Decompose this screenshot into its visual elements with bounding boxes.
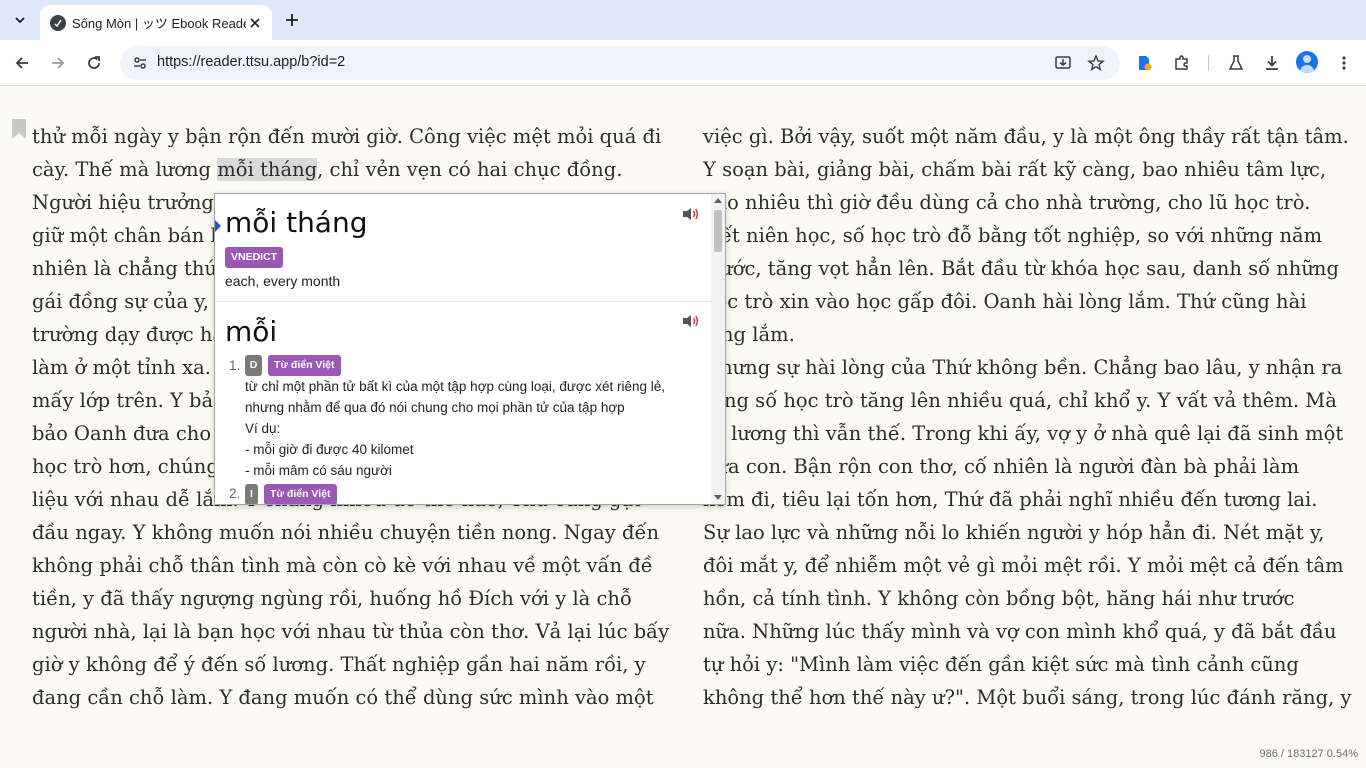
chevron-down-icon: [15, 17, 25, 24]
text-line: người nhà, lại là bạn học với nhau từ th…: [32, 620, 670, 643]
labs-flask-icon[interactable]: [1222, 49, 1250, 77]
example-line: - mỗi mâm có sáu người: [245, 463, 392, 478]
text-line: kém đi, tiêu lại tốn hơn, Thứ đã phải ng…: [703, 488, 1318, 511]
text-line: học trò xin vào học gấp đôi. Oanh hài lò…: [703, 290, 1307, 313]
entry-divider: [215, 301, 713, 302]
address-bar[interactable]: https://reader.ttsu.app/b?id=2: [120, 46, 1120, 80]
text-line: việc gì. Bởi vậy, suốt một năm đầu, y là…: [703, 125, 1349, 148]
bookmark-star-icon[interactable]: [1084, 51, 1108, 75]
site-info-icon[interactable]: [128, 51, 152, 75]
text-line: trước, tăng vọt hẳn lên. Bắt đầu từ khóa…: [703, 257, 1339, 280]
text-line: thử mỗi ngày y bận rộn đến mười giờ. Côn…: [32, 125, 662, 148]
speaker-icon[interactable]: [681, 206, 701, 222]
text-line: lòng lắm.: [703, 323, 795, 346]
text-line: nữa. Những lúc thấy mình và vợ con mình …: [703, 620, 1337, 643]
profile-avatar[interactable]: [1296, 51, 1318, 73]
definition-line: từ chỉ một phần tử bất kì của một tập hợ…: [245, 379, 666, 394]
text-line: tự hỏi y: "Mình làm việc đến gần kiệt sứ…: [703, 653, 1299, 676]
dictionary-tag[interactable]: Từ điển Việt: [268, 355, 341, 376]
arrow-right-icon: [52, 57, 65, 69]
definition-line: nhưng nhằm để qua đó nói chung cho mọi p…: [245, 400, 625, 415]
text-line: Nhưng sự hài lòng của Thứ không bền. Chẳ…: [703, 356, 1343, 379]
part-of-speech-tag[interactable]: I: [245, 484, 258, 504]
text-line: đôi mắt y, để nhiễm một vẻ gì mỏi mệt rồ…: [703, 554, 1344, 577]
text-line: cày. Thế mà lương mỗi tháng, chỉ vẻn vẹn…: [32, 153, 672, 186]
browser-toolbar: https://reader.ttsu.app/b?id=2: [0, 40, 1366, 86]
text-line: số lương thì vẫn thế. Trong khi ấy, vợ y…: [703, 422, 1344, 445]
part-of-speech-tag[interactable]: D: [245, 355, 262, 376]
scroll-up-arrow-icon[interactable]: [714, 198, 722, 203]
entry-gloss: each, every month: [225, 273, 341, 289]
example-line: - mỗi giờ đi được 40 kilomet: [245, 442, 414, 457]
dictionary-popup[interactable]: mỗi tháng VNEDICT each, every month mỗi …: [214, 193, 726, 505]
page-column-right: việc gì. Bởi vậy, suốt một năm đầu, y là…: [703, 120, 1352, 714]
sense-number: 1.: [229, 358, 241, 373]
entry-marker-icon: [215, 220, 221, 232]
download-icon[interactable]: [1258, 49, 1286, 77]
install-app-icon[interactable]: [1051, 51, 1075, 75]
text-line: rằng số học trò tăng lên nhiều quá, chỉ …: [703, 389, 1337, 412]
tab-active[interactable]: Sống Mòn | ッツ Ebook Reader: [40, 5, 272, 40]
text-line: hồn, cả tính tình. Y không còn bồng bột,…: [703, 587, 1295, 610]
sense-number: 2.: [229, 486, 241, 501]
menu-kebab-icon[interactable]: [1330, 49, 1358, 77]
text-line: đang cần chỗ làm. Y đang muốn có thể dùn…: [32, 686, 654, 709]
reload-button[interactable]: [80, 49, 108, 77]
text-line: không phải chỗ thân tình mà còn cò kè vớ…: [32, 554, 653, 577]
close-icon: [250, 17, 260, 28]
reload-icon: [88, 56, 100, 69]
dictionary-tag[interactable]: Từ điển Việt: [264, 484, 337, 504]
dictionary-tag[interactable]: VNEDICT: [225, 247, 284, 268]
text-line: đứa con. Bận rộn con thơ, cố nhiên là ng…: [703, 455, 1300, 478]
text-line: không thể hơn thế này ư?". Một buổi sáng…: [703, 686, 1352, 709]
forward-button[interactable]: [44, 49, 72, 77]
text-line: Sự lao lực và những nỗi lo khiến người y…: [703, 521, 1325, 544]
text-fragment: , chỉ vẻn vẹn có hai chục đồng.: [317, 158, 623, 181]
tab-search-button[interactable]: [6, 6, 34, 34]
extension-file-icon[interactable]: [1130, 49, 1158, 77]
extensions-puzzle-icon[interactable]: [1168, 49, 1196, 77]
popup-scrollbar[interactable]: [711, 194, 725, 504]
text-fragment: cày. Thế mà lương: [32, 158, 218, 181]
text-line: đầu ngay. Y không muốn nói nhiều chuyện …: [32, 521, 660, 544]
scroll-down-arrow-icon[interactable]: [714, 495, 722, 500]
tab-strip: Sống Mòn | ッツ Ebook Reader: [0, 0, 1366, 40]
text-line: tiền, y đã thấy ngượng ngùng rồi, huống …: [32, 587, 632, 610]
arrow-left-icon: [15, 57, 28, 69]
plus-icon: [286, 14, 298, 26]
bookmark-icon[interactable]: [12, 119, 26, 139]
tab-close-button[interactable]: [246, 14, 264, 32]
text-line: giờ y không để ý đến số lương. Thất nghi…: [32, 653, 646, 676]
back-button[interactable]: [8, 49, 36, 77]
tab-title: Sống Mòn | ッツ Ebook Reader: [72, 16, 246, 31]
url-text[interactable]: https://reader.ttsu.app/b?id=2: [157, 54, 345, 70]
text-line: Y soạn bài, giảng bài, chấm bài rất kỹ c…: [703, 158, 1327, 181]
toolbar-separator: [1208, 55, 1209, 71]
entry-term: mỗi: [225, 315, 278, 348]
new-tab-button[interactable]: [280, 8, 304, 32]
speaker-icon[interactable]: [681, 313, 701, 329]
text-line: Hết niên học, số học trò đỗ bằng tốt ngh…: [703, 224, 1323, 247]
example-label: Ví dụ:: [245, 421, 281, 436]
reading-progress: 986 / 183127 0.54%: [1259, 748, 1358, 760]
scroll-thumb[interactable]: [714, 210, 722, 252]
ttsu-favicon-icon: [50, 14, 66, 31]
text-line: bao nhiêu thì giờ đều dùng cả cho nhà tr…: [703, 191, 1311, 214]
entry-term: mỗi tháng: [225, 206, 368, 239]
highlighted-word[interactable]: mỗi tháng: [217, 158, 318, 181]
